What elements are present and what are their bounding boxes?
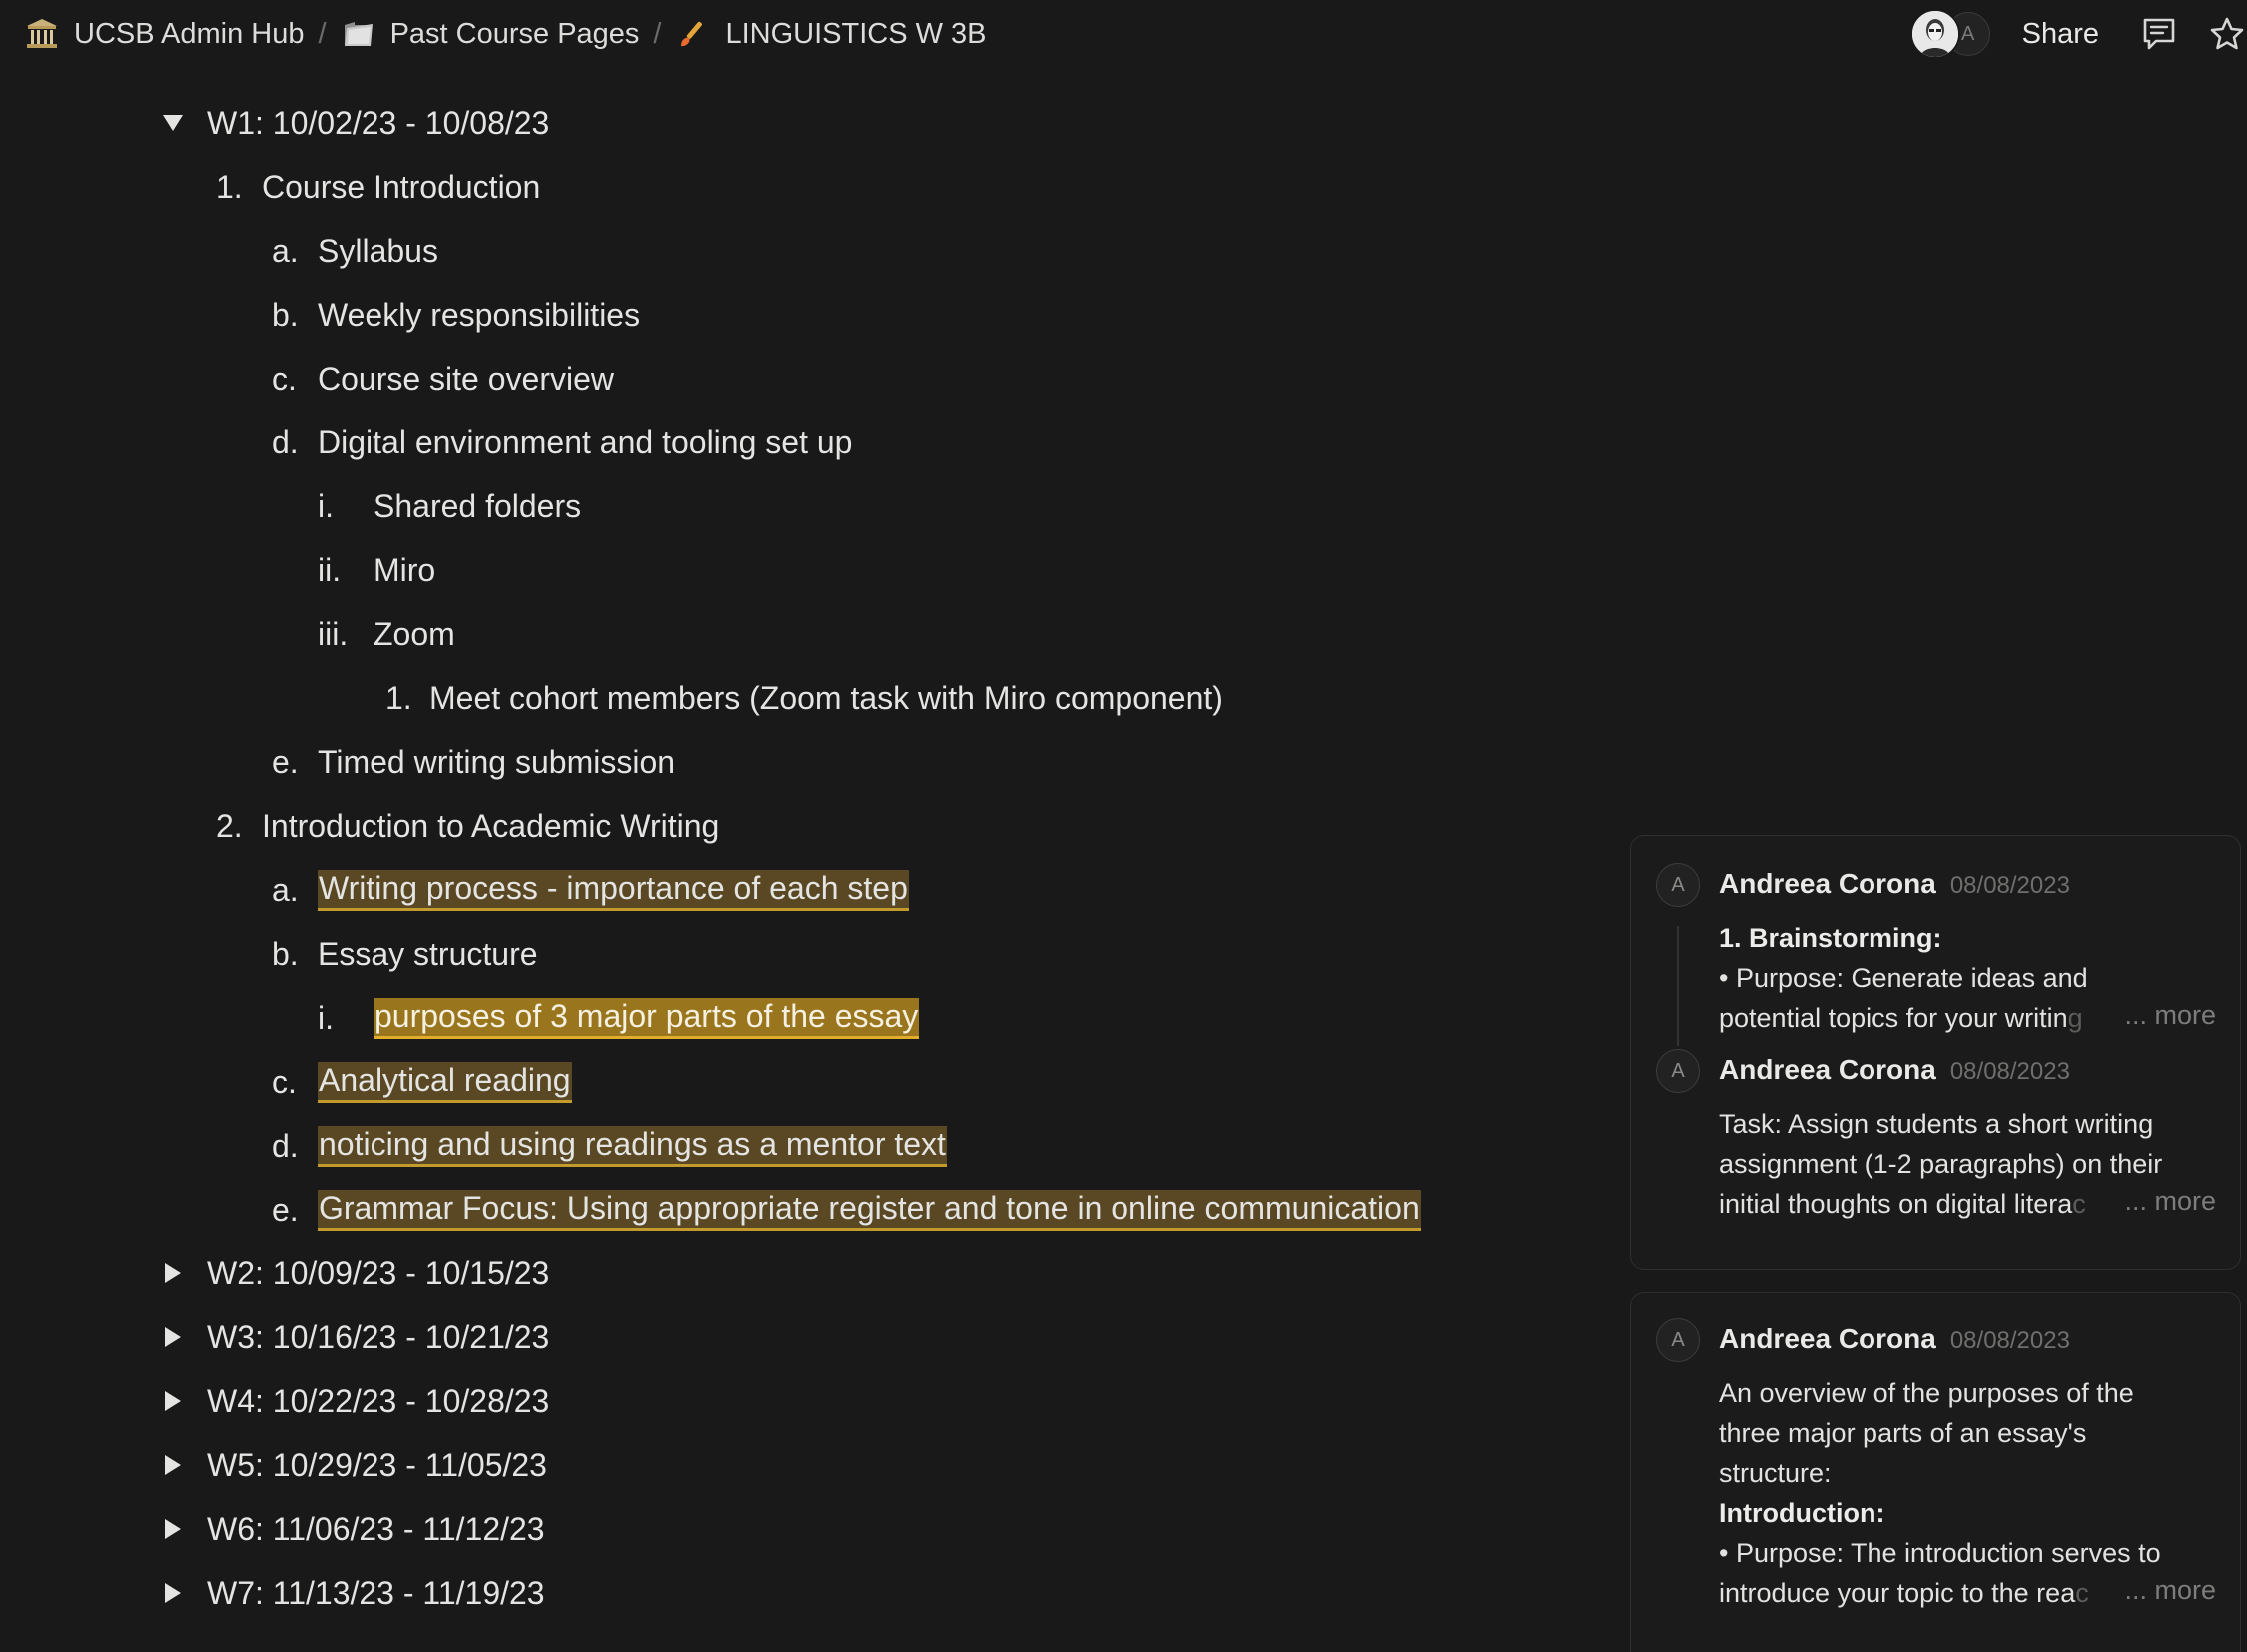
- comment-line: Task: Assign students a short writing: [1719, 1109, 2154, 1139]
- more-link[interactable]: ... more: [2120, 1575, 2216, 1606]
- commented-highlight-active[interactable]: purposes of 3 major parts of the essay: [374, 997, 920, 1039]
- list-marker: e.: [272, 1191, 299, 1228]
- avatar: A: [1656, 863, 1700, 907]
- list-item-label: Weekly responsibilities: [318, 296, 641, 333]
- comment-author: Andreea Corona: [1719, 868, 1936, 899]
- list-item-label: Course Introduction: [262, 168, 541, 205]
- list-item-label: Syllabus: [318, 232, 438, 269]
- comment-line: • Purpose: The introduction serves to: [1719, 1538, 2161, 1568]
- comment-line: structure:: [1719, 1458, 1832, 1488]
- triangle-right-icon[interactable]: [160, 1452, 186, 1478]
- commented-highlight[interactable]: Writing process - importance of each ste…: [318, 869, 909, 911]
- list-marker: b.: [272, 935, 299, 972]
- commented-highlight[interactable]: noticing and using readings as a mentor …: [318, 1125, 947, 1167]
- comment-icon[interactable]: [2137, 12, 2181, 56]
- comment-line: An overview of the purposes of the: [1719, 1378, 2134, 1408]
- comment-date: 08/08/2023: [1949, 1058, 2070, 1085]
- comment-header: Andreea Corona 08/08/2023: [1719, 868, 2070, 900]
- list-marker: 2.: [216, 807, 243, 844]
- triangle-right-icon[interactable]: [160, 1580, 186, 1606]
- week-title: W3: 10/16/23 - 10/21/23: [207, 1318, 550, 1355]
- week-title: W2: 10/09/23 - 10/15/23: [207, 1254, 550, 1291]
- list-marker: 1.: [216, 168, 243, 205]
- list-marker: e.: [272, 743, 299, 780]
- comment-header: Andreea Corona 08/08/2023: [1719, 1054, 2070, 1086]
- comment-line: three major parts of an essay's: [1719, 1418, 2087, 1448]
- list-marker: d.: [272, 1127, 299, 1164]
- star-icon[interactable]: [2207, 12, 2247, 56]
- comment-text-faded: g: [2067, 1003, 2083, 1033]
- week-title: W7: 11/13/23 - 11/19/23: [207, 1574, 545, 1611]
- comment-text: potential topics for your writin: [1719, 1003, 2068, 1033]
- triangle-right-icon[interactable]: [160, 1260, 186, 1286]
- week-title: W4: 10/22/23 - 10/28/23: [207, 1382, 550, 1419]
- comment-header: Andreea Corona 08/08/2023: [1719, 1323, 2070, 1355]
- comment-text-faded: c: [2075, 1578, 2089, 1608]
- list-marker: 1.: [385, 679, 412, 716]
- list-item-label: Timed writing submission: [318, 743, 676, 780]
- comment-heading: Introduction:: [1719, 1498, 1885, 1528]
- thread-line: [1677, 926, 1679, 1046]
- more-link[interactable]: ... more: [2120, 1000, 2216, 1031]
- comment-author: Andreea Corona: [1719, 1054, 1936, 1085]
- list-item-label: Digital environment and tooling set up: [318, 423, 853, 460]
- avatar: A: [1656, 1318, 1700, 1362]
- comment-line: assignment (1-2 paragraphs) on their: [1719, 1149, 2163, 1179]
- page-content: W1: 10/02/23 - 10/08/23 1. Course Introd…: [0, 0, 1598, 1628]
- list-marker: a.: [272, 871, 299, 908]
- week-title: W5: 10/29/23 - 11/05/23: [207, 1446, 547, 1483]
- commented-highlight[interactable]: Grammar Focus: Using appropriate registe…: [318, 1189, 1421, 1231]
- week-title: W6: 11/06/23 - 11/12/23: [207, 1510, 545, 1547]
- list-item-label: Miro: [374, 551, 436, 588]
- comment-thread[interactable]: A Andreea Corona 08/08/2023 An overview …: [1630, 1292, 2241, 1652]
- list-item-label: Introduction to Academic Writing: [262, 807, 720, 844]
- more-link[interactable]: ... more: [2120, 1186, 2216, 1217]
- comment-thread[interactable]: A Andreea Corona 08/08/2023 1. Brainstor…: [1630, 835, 2241, 1270]
- week-title: W1: 10/02/23 - 10/08/23: [207, 104, 550, 141]
- comment-text: initial thoughts on digital litera: [1719, 1189, 2073, 1219]
- comment-heading: 1. Brainstorming:: [1719, 923, 1942, 953]
- list-marker: i.: [318, 487, 334, 524]
- list-item-label: Shared folders: [374, 487, 582, 524]
- list-marker: d.: [272, 423, 299, 460]
- list-item-label: Zoom: [374, 615, 455, 652]
- triangle-right-icon[interactable]: [160, 1516, 186, 1542]
- share-button[interactable]: Share: [2010, 12, 2111, 57]
- list-marker: a.: [272, 232, 299, 269]
- comment-author: Andreea Corona: [1719, 1323, 1936, 1354]
- triangle-right-icon[interactable]: [160, 1388, 186, 1414]
- avatar: A: [1656, 1049, 1700, 1093]
- list-item-label: Course site overview: [318, 360, 614, 397]
- comment-date: 08/08/2023: [1949, 872, 2070, 899]
- list-marker: i.: [318, 999, 334, 1036]
- comment-date: 08/08/2023: [1949, 1327, 2070, 1354]
- top-actions: A Share: [1909, 0, 2247, 68]
- comment-text-faded: c: [2072, 1189, 2086, 1219]
- list-marker: c.: [272, 1063, 297, 1100]
- list-marker: ii.: [318, 551, 342, 588]
- triangle-down-icon[interactable]: [160, 110, 186, 136]
- comment-text: introduce your topic to the rea: [1719, 1578, 2076, 1608]
- list-marker: b.: [272, 296, 299, 333]
- collaborators[interactable]: A: [1909, 9, 1990, 59]
- triangle-right-icon[interactable]: [160, 1324, 186, 1350]
- list-marker: iii.: [318, 615, 349, 652]
- list-marker: c.: [272, 360, 297, 397]
- commented-highlight[interactable]: Analytical reading: [318, 1061, 572, 1103]
- comment-line: • Purpose: Generate ideas and: [1719, 963, 2088, 993]
- list-item-label: Meet cohort members (Zoom task with Miro…: [429, 679, 1223, 716]
- avatar: [1909, 9, 1960, 59]
- list-item-label: Essay structure: [318, 935, 538, 972]
